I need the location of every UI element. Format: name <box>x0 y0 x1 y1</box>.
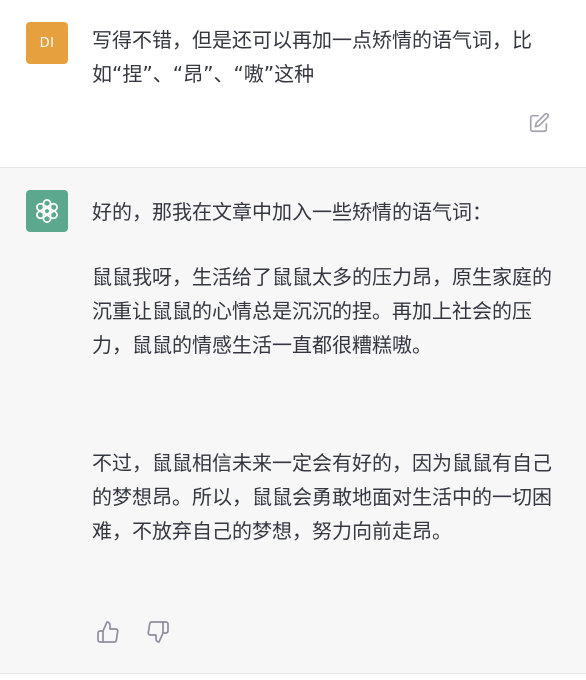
user-message-text: 写得不错，但是还可以再加一点矫情的语气词，比如“捏”、“昂”、“嗷”这种 <box>92 28 532 86</box>
assistant-message: 好的，那我在文章中加入一些矫情的语气词： 鼠鼠我呀，生活给了鼠鼠太多的压力昂，原… <box>0 168 586 674</box>
user-avatar-initials: DI <box>39 35 55 51</box>
assistant-paragraph-2: 不过，鼠鼠相信未来一定会有好的，因为鼠鼠有自己的梦想昂。所以，鼠鼠会勇敢地面对生… <box>92 451 552 543</box>
edit-icon <box>529 112 550 133</box>
user-avatar: DI <box>26 22 68 64</box>
thumbs-up-button[interactable] <box>96 620 120 644</box>
assistant-avatar <box>26 190 68 232</box>
user-message: DI 写得不错，但是还可以再加一点矫情的语气词，比如“捏”、“昂”、“嗷”这种 <box>0 0 586 168</box>
openai-logo-icon <box>36 199 58 223</box>
edit-message-button[interactable] <box>526 110 552 136</box>
thumbs-down-button[interactable] <box>146 620 170 644</box>
assistant-intro-text: 好的，那我在文章中加入一些矫情的语气词： <box>92 200 492 224</box>
assistant-paragraph-1: 鼠鼠我呀，生活给了鼠鼠太多的压力昂，原生家庭的沉重让鼠鼠的心情总是沉沉的捏。再加… <box>92 265 552 357</box>
thumbs-down-icon <box>147 621 169 643</box>
thumbs-up-icon <box>97 621 119 643</box>
